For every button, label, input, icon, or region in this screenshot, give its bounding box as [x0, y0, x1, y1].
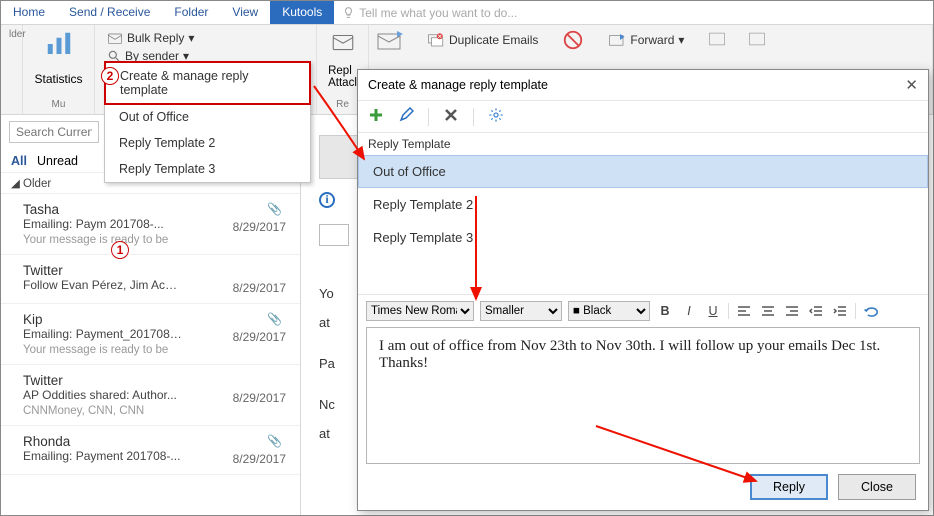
statistics-icon[interactable]	[44, 29, 74, 59]
forward-button[interactable]: Forward ▾	[604, 29, 688, 51]
paperclip-icon: 📎	[267, 312, 282, 326]
group-mu-label: Mu	[52, 99, 66, 110]
close-button[interactable]: Close	[838, 474, 916, 500]
align-right-icon[interactable]	[783, 302, 801, 320]
font-family-select[interactable]: Times New Roman	[366, 301, 474, 321]
tab-home[interactable]: Home	[1, 1, 57, 24]
bold-icon[interactable]: B	[656, 302, 674, 320]
align-left-icon[interactable]	[735, 302, 753, 320]
ribbon-icon-2[interactable]	[746, 29, 768, 49]
italic-icon[interactable]: I	[680, 302, 698, 320]
search-input[interactable]	[9, 121, 99, 143]
lightbulb-icon	[342, 6, 355, 19]
list-item[interactable]: Twitter Follow Evan Pérez, Jim Acos... 8…	[1, 255, 300, 304]
envelope-arrow-icon[interactable]	[377, 29, 405, 51]
list-item[interactable]: Tasha Emailing: Paym 201708-... 8/29/201…	[1, 194, 300, 255]
template-list: Out of Office Reply Template 2 Reply Tem…	[358, 155, 928, 254]
chevron-down-icon: ▾	[678, 33, 684, 47]
template-item-out-of-office[interactable]: Out of Office	[358, 155, 928, 188]
bulk-reply-button[interactable]: Bulk Reply ▾	[103, 29, 308, 47]
reply-attach-icon[interactable]	[329, 29, 357, 55]
ribbon-icon-1[interactable]	[706, 29, 728, 49]
list-item[interactable]: Kip Emailing: Payment_201708-... 8/29/20…	[1, 304, 300, 365]
tab-send-receive[interactable]: Send / Receive	[57, 1, 162, 24]
edit-icon[interactable]	[398, 107, 414, 126]
list-item[interactable]: Rhonda Emailing: Payment 201708-... 8/29…	[1, 426, 300, 475]
annotation-2: 2	[101, 67, 119, 85]
add-icon[interactable]	[368, 107, 384, 126]
bulk-reply-icon	[107, 31, 123, 45]
list-item[interactable]: Twitter AP Oddities shared: Author... 8/…	[1, 365, 300, 426]
filter-unread[interactable]: Unread	[37, 154, 78, 168]
tab-kutools[interactable]: Kutools	[270, 1, 334, 24]
font-color-select[interactable]: ■ Black	[568, 301, 650, 321]
message-list: Tasha Emailing: Paym 201708-... 8/29/201…	[1, 194, 300, 475]
filter-all[interactable]: All	[11, 154, 27, 168]
group-re-label: Re	[336, 99, 349, 110]
menu-create-template[interactable]: Create & manage reply template	[104, 61, 311, 105]
outdent-icon[interactable]	[807, 302, 825, 320]
indent-icon[interactable]	[831, 302, 849, 320]
menu-reply-template-3[interactable]: Reply Template 3	[105, 156, 310, 182]
editor-toolbar: Times New Roman Smaller ■ Black B I U	[358, 294, 928, 327]
align-center-icon[interactable]	[759, 302, 777, 320]
info-icon: i	[319, 192, 335, 208]
template-dialog: Create & manage reply template ✕ Reply T…	[357, 69, 929, 511]
chevron-down-icon: ▾	[188, 31, 194, 45]
paperclip-icon: 📎	[267, 434, 282, 448]
tab-folder[interactable]: Folder	[162, 1, 220, 24]
menu-out-of-office[interactable]: Out of Office	[105, 104, 310, 130]
editor-body[interactable]: I am out of office from Nov 23th to Nov …	[366, 327, 920, 464]
undo-icon[interactable]	[862, 302, 880, 320]
reply-button[interactable]: Reply	[750, 474, 828, 500]
paperclip-icon: 📎	[267, 202, 282, 216]
ribbon-tabs: Home Send / Receive Folder View Kutools …	[1, 1, 933, 25]
delete-icon[interactable]	[443, 107, 459, 126]
tab-view[interactable]: View	[220, 1, 270, 24]
tell-me[interactable]: Tell me what you want to do...	[334, 1, 525, 24]
dialog-close-icon[interactable]: ✕	[905, 76, 918, 94]
duplicate-icon	[427, 32, 445, 48]
template-item-2[interactable]: Reply Template 2	[358, 188, 928, 221]
forward-icon	[608, 32, 626, 48]
underline-icon[interactable]: U	[704, 302, 722, 320]
statistics-label: Statistics	[34, 72, 82, 86]
annotation-1: 1	[111, 241, 129, 259]
gear-icon[interactable]	[488, 107, 504, 126]
template-item-3[interactable]: Reply Template 3	[358, 221, 928, 254]
template-list-label: Reply Template	[358, 133, 928, 155]
group-lder-label: lder	[9, 29, 14, 40]
block-icon[interactable]	[560, 29, 586, 51]
bulk-reply-menu: Create & manage reply template Out of Of…	[104, 61, 311, 183]
dialog-title: Create & manage reply template	[368, 78, 548, 92]
duplicate-emails-button[interactable]: Duplicate Emails	[423, 29, 542, 51]
font-size-select[interactable]: Smaller	[480, 301, 562, 321]
menu-reply-template-2[interactable]: Reply Template 2	[105, 130, 310, 156]
